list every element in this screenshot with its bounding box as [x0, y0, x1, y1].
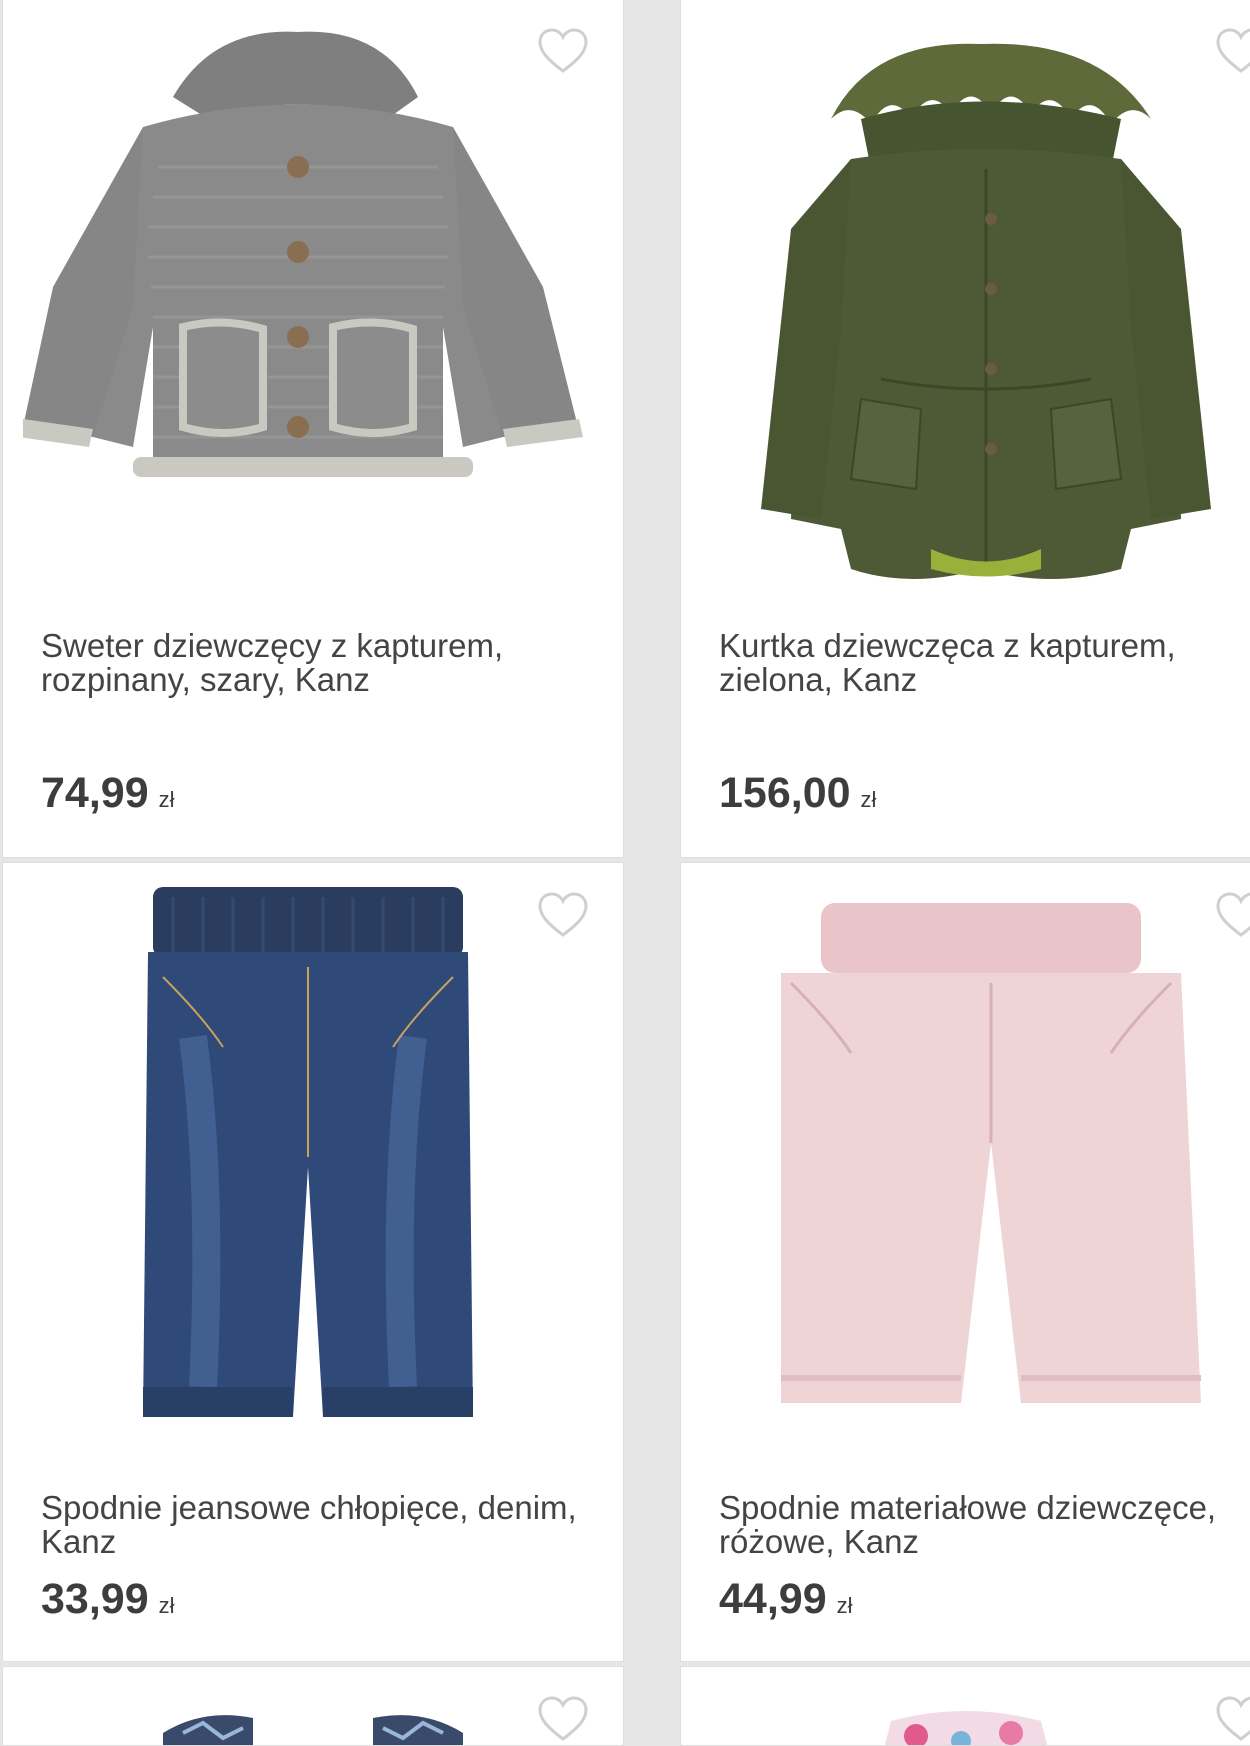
- product-image[interactable]: [23, 27, 613, 547]
- product-title[interactable]: Spodnie jeansowe chłopięce, denim, Kanz: [41, 1491, 599, 1559]
- product-card[interactable]: [2, 1666, 624, 1746]
- product-title[interactable]: Kurtka dziewczęca z kapturem, zielona, K…: [719, 629, 1235, 697]
- product-card[interactable]: Spodnie materiałowe dziewczęce, różowe, …: [680, 862, 1250, 1662]
- product-image[interactable]: [163, 1703, 463, 1746]
- product-image[interactable]: [881, 1701, 1051, 1746]
- product-image[interactable]: [751, 29, 1231, 589]
- product-grid: Sweter dziewczęcy z kapturem, rozpinany,…: [0, 0, 1250, 1746]
- heart-outline-icon[interactable]: [537, 891, 589, 939]
- product-price: 33,99 zł: [41, 1575, 175, 1623]
- product-card[interactable]: Kurtka dziewczęca z kapturem, zielona, K…: [680, 0, 1250, 858]
- product-image[interactable]: [133, 887, 493, 1427]
- product-title[interactable]: Spodnie materiałowe dziewczęce, różowe, …: [719, 1491, 1235, 1559]
- product-price: 156,00 zł: [719, 769, 877, 817]
- product-title[interactable]: Sweter dziewczęcy z kapturem, rozpinany,…: [41, 629, 599, 697]
- product-image[interactable]: [761, 903, 1221, 1423]
- product-card[interactable]: Spodnie jeansowe chłopięce, denim, Kanz …: [2, 862, 624, 1662]
- product-card[interactable]: Sweter dziewczęcy z kapturem, rozpinany,…: [2, 0, 624, 858]
- product-card[interactable]: [680, 1666, 1250, 1746]
- heart-outline-icon[interactable]: [537, 1695, 589, 1743]
- product-price: 74,99 zł: [41, 769, 175, 817]
- heart-outline-icon[interactable]: [1215, 1695, 1250, 1743]
- product-price: 44,99 zł: [719, 1575, 853, 1623]
